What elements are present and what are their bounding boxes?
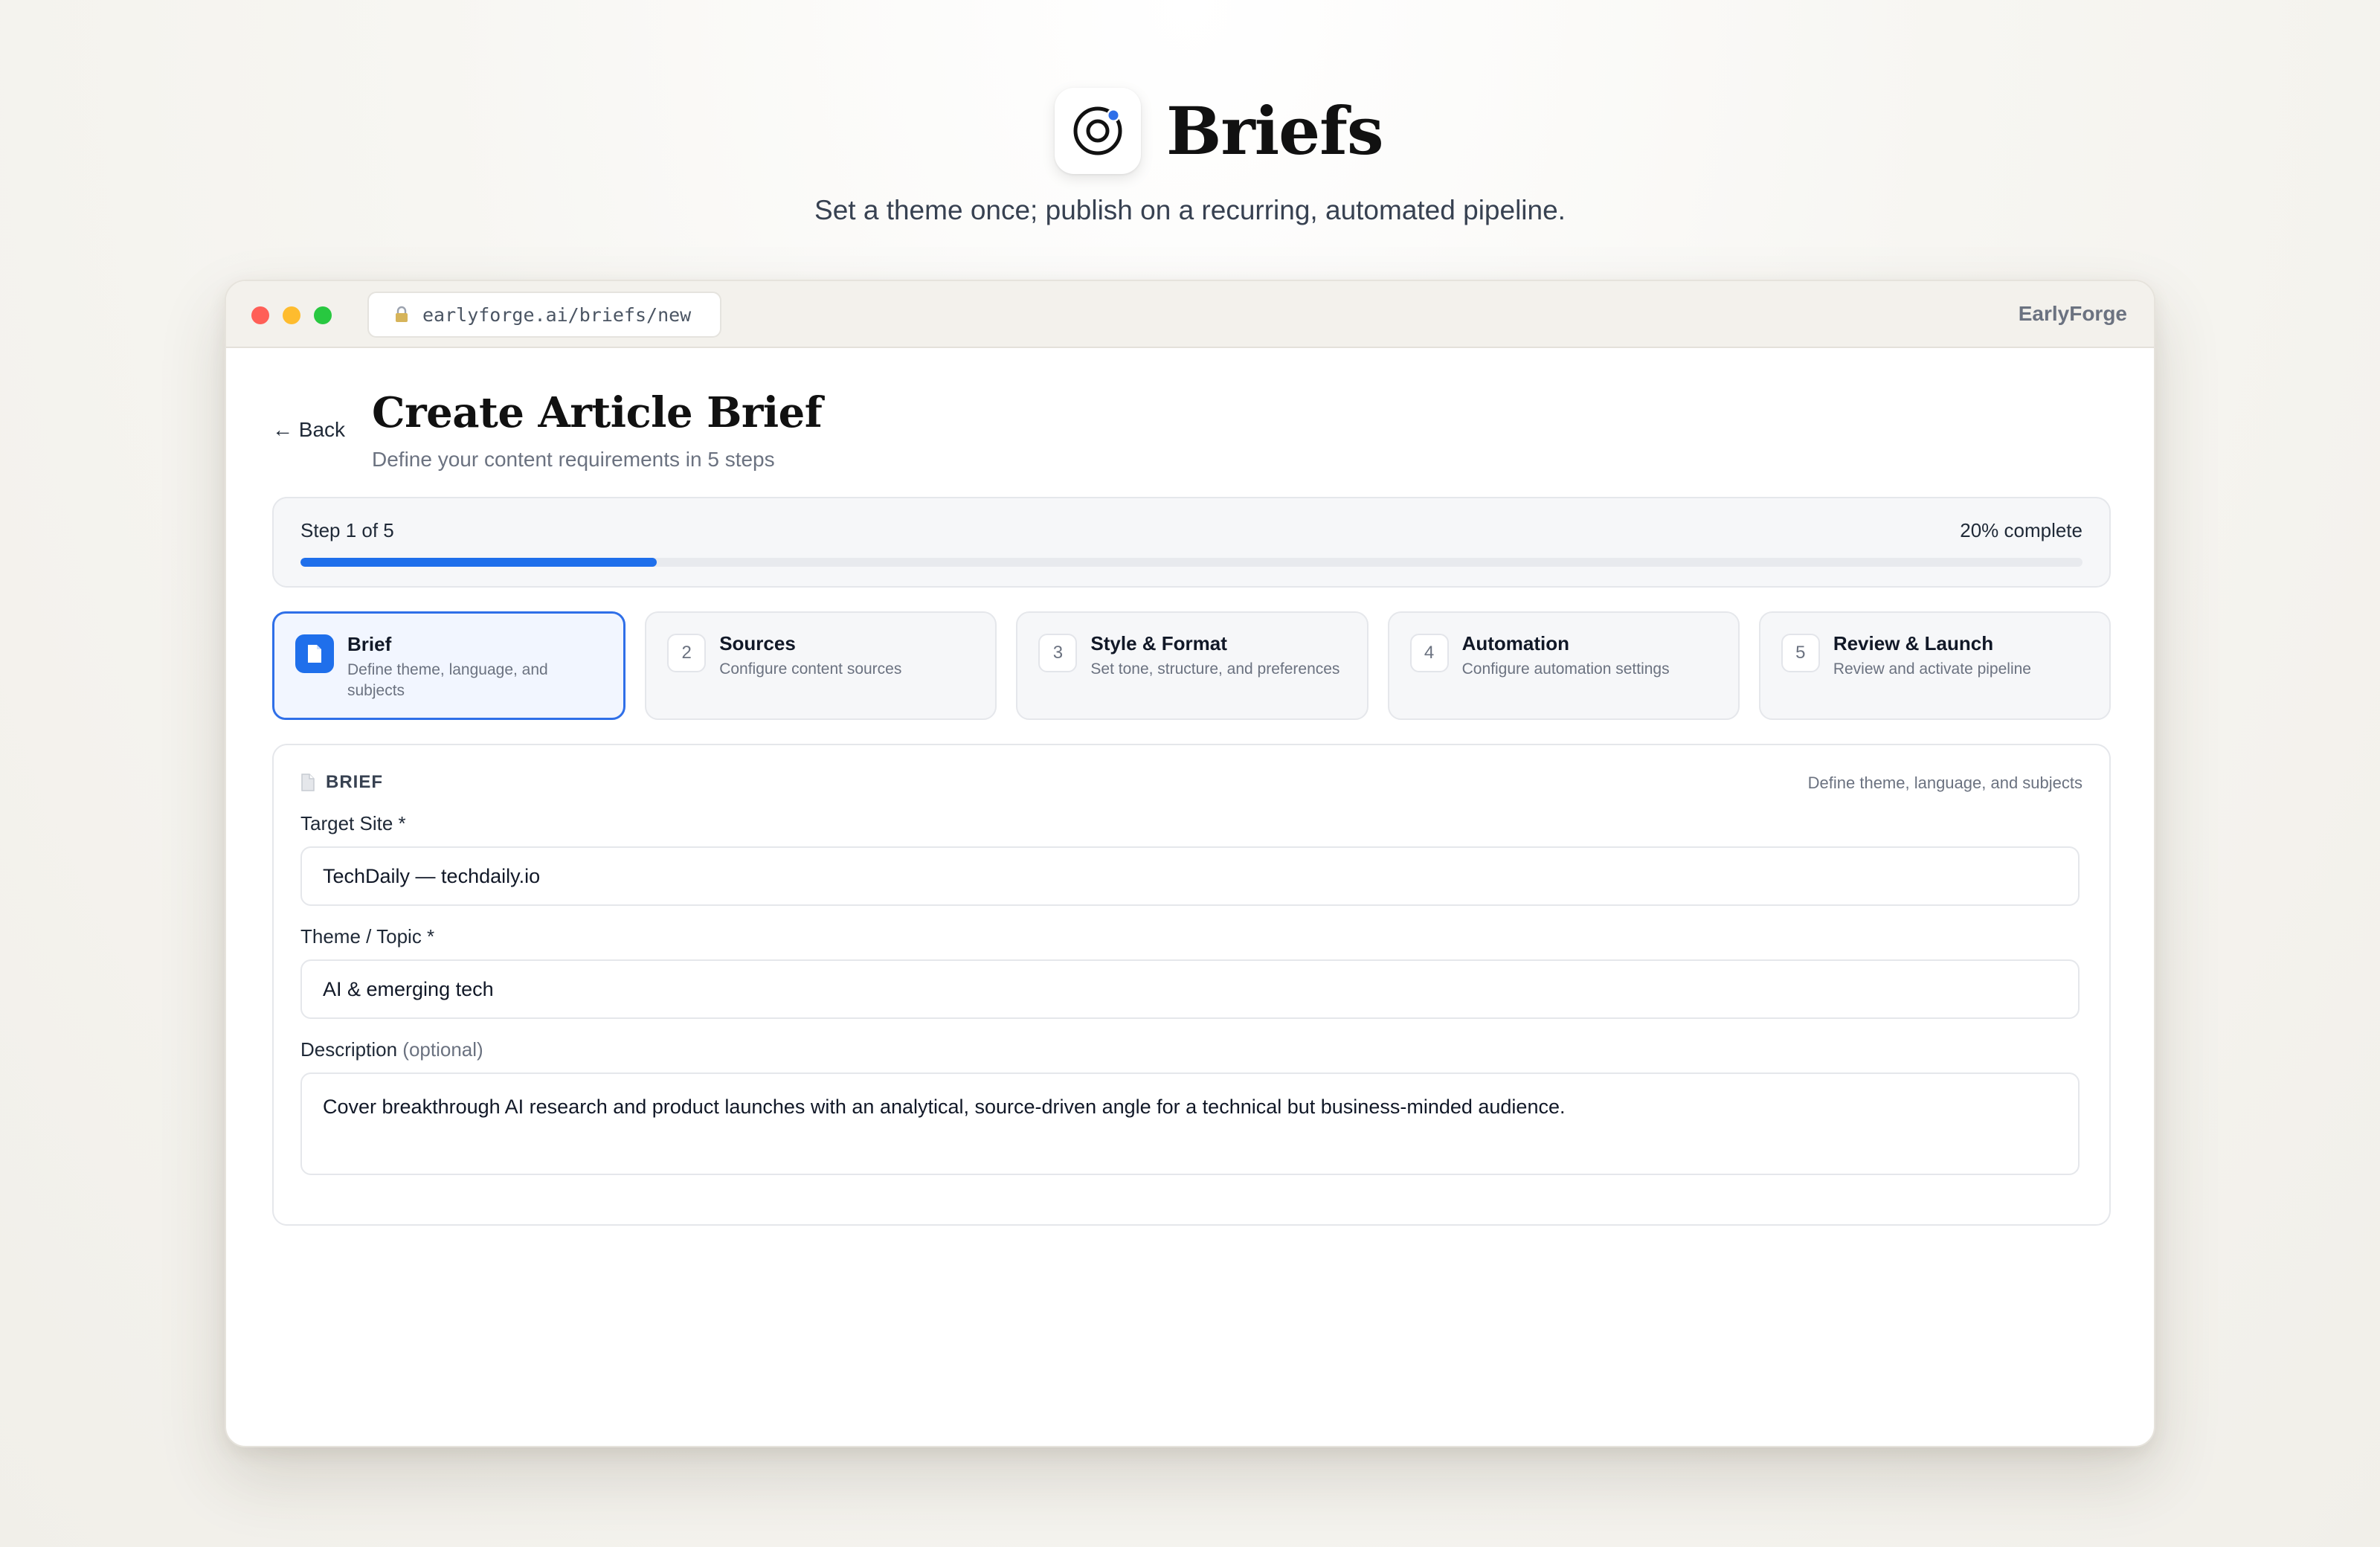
step-desc: Configure content sources [719,660,902,678]
step-5-badge: 5 [1781,634,1820,672]
maximize-window-button[interactable] [314,306,332,324]
step-2-badge: 2 [667,634,707,672]
hero: Briefs Set a theme once; publish on a re… [0,0,2380,253]
hero-logo-row: Briefs [1055,88,1384,174]
step-automation[interactable]: 4 Automation Configure automation settin… [1387,611,1740,720]
hero-subtitle: Set a theme once; publish on a recurring… [814,195,1566,225]
step-desc: Set tone, structure, and preferences [1090,660,1340,678]
close-window-button[interactable] [251,306,269,324]
stepper: Brief Define theme, language, and subjec… [272,611,2112,720]
target-site-label: Target Site * [300,812,406,834]
step-brief[interactable]: Brief Define theme, language, and subjec… [272,611,626,720]
section-header: BRIEF [300,772,383,793]
page-title: Create Article Brief [372,388,823,437]
step-title: Sources [719,632,796,654]
step-sources[interactable]: 2 Sources Configure content sources [645,611,997,720]
url-text: earlyforge.ai/briefs/new [422,303,692,326]
step-title: Automation [1461,632,1570,654]
document-icon [301,774,315,791]
description-label: Description (optional) [300,1038,483,1061]
brief-form-card: BRIEF Define theme, language, and subjec… [272,744,2111,1226]
page-content: ← Back Create Article Brief Define your … [226,348,2154,1446]
step-style-format[interactable]: 3 Style & Format Set tone, structure, an… [1016,611,1368,720]
target-icon [1073,106,1122,155]
browser-window: earlyforge.ai/briefs/new EarlyForge ← Ba… [225,280,2155,1447]
step-desc: Configure automation settings [1461,660,1670,678]
url-bar[interactable]: earlyforge.ai/briefs/new [367,292,721,338]
progress-step-label: Step 1 of 5 [300,519,394,541]
window-titlebar: earlyforge.ai/briefs/new EarlyForge [226,281,2154,348]
hero-title: Briefs [1166,92,1384,170]
description-textarea[interactable]: Cover breakthrough AI research and produ… [300,1072,2080,1175]
progress-fill [300,558,657,567]
section-hint: Define theme, language, and subjects [1807,774,2082,792]
progress-track [300,558,2082,567]
section-label: BRIEF [326,772,383,792]
progress-card: Step 1 of 5 20% complete [272,497,2111,588]
target-site-input[interactable] [300,846,2080,906]
step-review-launch[interactable]: 5 Review & Launch Review and activate pi… [1758,611,2112,720]
window-brand: EarlyForge [2018,302,2127,325]
document-icon [308,645,321,663]
description-label-text: Description [300,1038,398,1061]
optional-tag: (optional) [402,1038,483,1061]
minimize-window-button[interactable] [283,306,300,324]
step-4-badge: 4 [1409,634,1449,672]
theme-input[interactable] [300,959,2080,1019]
step-desc: Review and activate pipeline [1833,660,2031,678]
traffic-lights [251,306,332,324]
lock-icon [396,306,408,322]
step-title: Brief [347,633,392,655]
app-icon [1055,88,1141,174]
back-button[interactable]: ← Back [272,418,345,442]
page-subtitle: Define your content requirements in 5 st… [372,448,775,471]
progress-percent-label: 20% complete [1960,519,2082,541]
step-desc: Define theme, language, and subjects [347,661,548,699]
step-title: Style & Format [1090,632,1227,654]
step-1-badge [295,634,334,673]
step-3-badge: 3 [1038,634,1078,672]
theme-label: Theme / Topic * [300,925,435,948]
step-title: Review & Launch [1833,632,1994,654]
